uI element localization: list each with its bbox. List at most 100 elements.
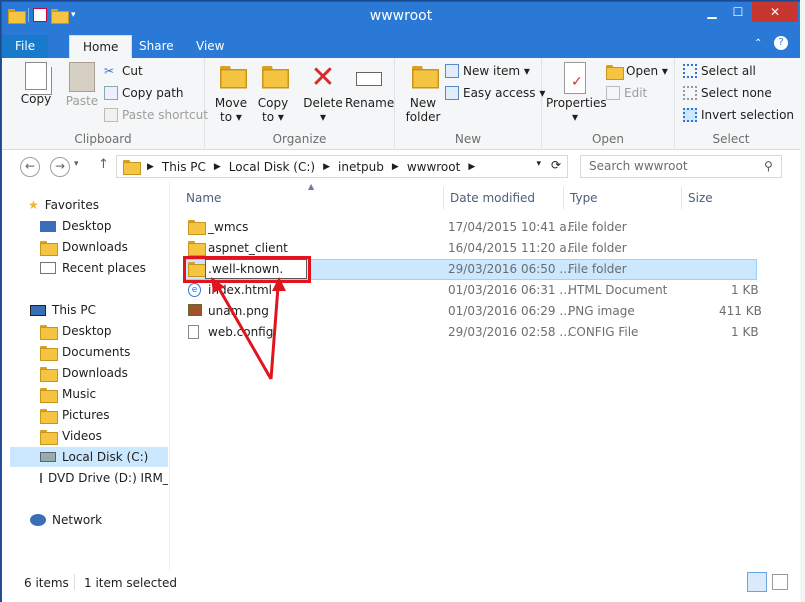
delete-dropdown: ▾: [319, 110, 327, 124]
up-arrow-icon[interactable]: ↑: [98, 157, 109, 172]
nav-pc-music[interactable]: Music: [40, 384, 168, 404]
maximize-button[interactable]: ☐: [725, 2, 751, 22]
nav-network-label: Network: [52, 513, 103, 527]
new-folder-icon: [408, 62, 439, 94]
new-folder-label2: folder: [405, 110, 441, 124]
nav-fav-desktop[interactable]: Desktop: [40, 216, 168, 236]
edit-button[interactable]: Edit: [606, 86, 647, 100]
paste-shortcut-label: Paste shortcut: [122, 108, 208, 122]
large-icons-view-icon[interactable]: [772, 574, 788, 590]
delete-button[interactable]: ✕ Delete ▾: [303, 62, 343, 125]
file-type: File folder: [568, 262, 627, 276]
folder-icon: [40, 429, 58, 445]
open-folder-icon: [606, 64, 624, 80]
config-file-icon: [188, 325, 199, 339]
new-item-icon: [445, 64, 459, 78]
nav-pc-pictures[interactable]: Pictures: [40, 405, 168, 425]
breadcrumb-local-disk[interactable]: Local Disk (C:): [229, 160, 315, 174]
nav-network[interactable]: Network: [30, 510, 168, 530]
selected-count: 1 item selected: [84, 576, 178, 590]
tab-view[interactable]: View: [183, 35, 237, 58]
address-dropdown-icon[interactable]: ▾: [536, 159, 541, 169]
window-title: wwwroot: [369, 8, 433, 24]
address-bar[interactable]: ▶ This PC ▶ Local Disk (C:) ▶ inetpub ▶ …: [116, 155, 568, 178]
recent-locations-icon[interactable]: ▾: [74, 159, 79, 169]
easy-access-label: Easy access ▾: [463, 86, 546, 100]
properties-label: Properties: [546, 96, 607, 110]
paste-button[interactable]: Paste: [62, 62, 102, 108]
nav-fav-recent[interactable]: Recent places: [40, 258, 168, 278]
open-button[interactable]: Open ▾: [606, 64, 668, 80]
desktop-icon: [40, 220, 56, 232]
breadcrumb-inetpub[interactable]: inetpub: [338, 160, 384, 174]
column-name[interactable]: Name: [180, 187, 444, 209]
back-button[interactable]: ←: [20, 157, 40, 177]
nav-pc-documents[interactable]: Documents: [40, 342, 168, 362]
copy-path-button[interactable]: Copy path: [104, 86, 184, 100]
nav-favorites-label: Favorites: [44, 198, 99, 212]
minimize-ribbon-icon[interactable]: ⌃: [754, 38, 762, 49]
refresh-icon[interactable]: ⟳: [551, 158, 561, 172]
new-item-button[interactable]: New item ▾: [445, 64, 530, 78]
tab-file[interactable]: File: [2, 35, 49, 58]
copy-to-icon: [258, 62, 289, 94]
nav-pc-dvd[interactable]: DVD Drive (D:) IRM_S: [40, 468, 168, 488]
folder-icon: [40, 324, 58, 340]
status-divider: [74, 574, 75, 590]
open-group-label: Open: [591, 132, 625, 146]
ribbon-tabs: File Home Share View ⌃ ?: [2, 32, 800, 58]
address-row: ← → ▾ ↑ ▶ This PC ▶ Local Disk (C:) ▶ in…: [2, 150, 800, 182]
nav-pc-desktop[interactable]: Desktop: [40, 321, 168, 341]
close-button[interactable]: ✕: [752, 2, 798, 22]
image-file-icon: [188, 304, 202, 316]
nav-pc-documents-label: Documents: [62, 345, 131, 359]
tab-home[interactable]: Home: [69, 35, 133, 58]
easy-access-button[interactable]: Easy access ▾: [445, 86, 545, 100]
file-size: 1 KB: [731, 283, 759, 297]
open-label: Open ▾: [626, 64, 668, 78]
nav-pc-desktop-label: Desktop: [62, 324, 112, 338]
cut-button[interactable]: ✂ Cut: [104, 64, 143, 78]
tab-share[interactable]: Share: [126, 35, 187, 58]
nav-pc-videos[interactable]: Videos: [40, 426, 168, 446]
nav-fav-recent-label: Recent places: [62, 261, 146, 275]
rename-button[interactable]: Rename: [345, 62, 394, 110]
help-icon[interactable]: ?: [774, 36, 788, 50]
easy-access-icon: [445, 86, 459, 100]
move-to-icon: [216, 62, 247, 94]
file-date: 16/04/2015 11:20 a...: [448, 241, 579, 255]
invert-selection-button[interactable]: Invert selection: [683, 108, 794, 122]
breadcrumb-this-pc[interactable]: This PC: [162, 160, 206, 174]
nav-this-pc[interactable]: This PC: [30, 300, 168, 320]
move-to-button[interactable]: Move to ▾: [213, 62, 249, 124]
star-icon: ★: [28, 198, 39, 212]
file-date: 17/04/2015 10:41 a...: [448, 220, 579, 234]
nav-pc-local-disk[interactable]: Local Disk (C:): [10, 447, 168, 467]
new-folder-button[interactable]: New folder: [403, 62, 443, 124]
column-type[interactable]: Type: [564, 187, 682, 209]
nav-fav-downloads[interactable]: Downloads: [40, 237, 168, 257]
copy-button[interactable]: Copy: [14, 62, 58, 106]
file-size: 411 KB: [719, 304, 762, 318]
paste-shortcut-button[interactable]: Paste shortcut: [104, 108, 208, 122]
minimize-button[interactable]: ▁: [699, 2, 725, 22]
new-group-label: New: [454, 132, 482, 146]
select-all-button[interactable]: Select all: [683, 64, 756, 78]
details-view-icon[interactable]: [747, 572, 767, 592]
column-size[interactable]: Size: [682, 187, 762, 209]
search-input[interactable]: Search wwwroot: [580, 155, 782, 178]
nav-pc-downloads-label: Downloads: [62, 366, 128, 380]
copy-path-label: Copy path: [122, 86, 184, 100]
table-row[interactable]: _wmcs 17/04/2015 10:41 a... File folder: [183, 217, 757, 238]
forward-button[interactable]: →: [50, 157, 70, 177]
nav-favorites[interactable]: ★ Favorites: [28, 195, 168, 215]
select-none-button[interactable]: Select none: [683, 86, 772, 100]
copy-to-label2: to ▾: [262, 110, 284, 124]
network-icon: [30, 514, 46, 526]
breadcrumb-wwwroot[interactable]: wwwroot: [407, 160, 461, 174]
copy-to-button[interactable]: Copy to ▾: [255, 62, 291, 124]
rename-icon: [356, 72, 382, 86]
nav-pc-downloads[interactable]: Downloads: [40, 363, 168, 383]
properties-button[interactable]: ✓ Properties ▾: [546, 62, 607, 124]
column-date-modified[interactable]: Date modified: [444, 187, 564, 209]
